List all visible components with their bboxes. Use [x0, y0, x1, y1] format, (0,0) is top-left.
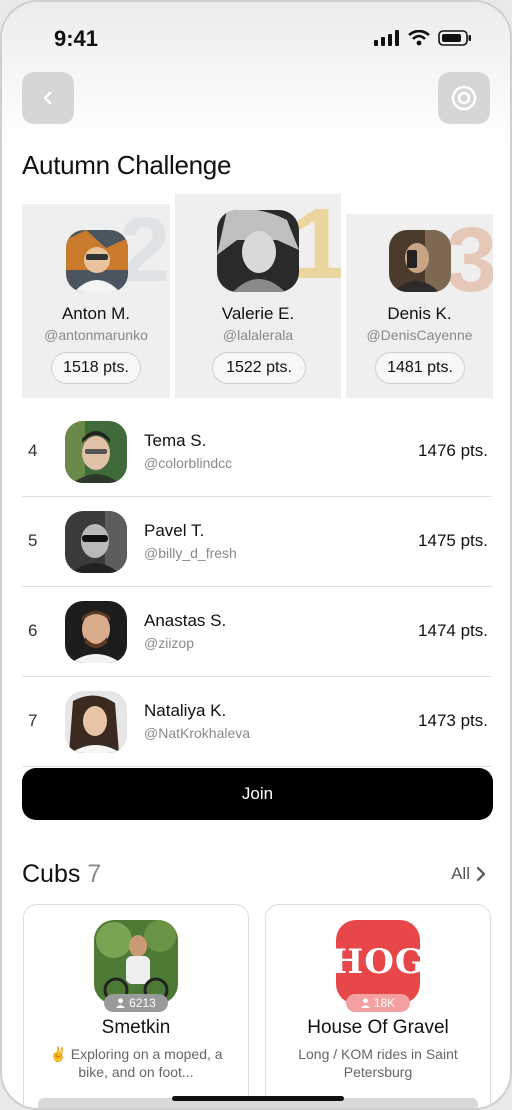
- user-name: Anastas S.: [144, 611, 227, 630]
- table-row[interactable]: 7 Nataliya K. @NatKrokhaleva 1473 pts.: [22, 677, 492, 767]
- table-row[interactable]: 5 Pavel T. @billy_d_fresh 1475 pts.: [22, 497, 492, 587]
- cub-card-house-of-gravel[interactable]: HOG 18K House Of Gravel Long / KOM rides…: [265, 904, 491, 1108]
- members-badge: 6213: [104, 994, 168, 1012]
- person-icon: [116, 998, 126, 1008]
- points-value: 1476 pts.: [418, 441, 488, 460]
- status-icons: [374, 30, 472, 46]
- members-count: 6213: [129, 996, 156, 1010]
- avatar: [66, 230, 128, 292]
- points-value: 1475 pts.: [418, 531, 488, 550]
- avatar: [65, 421, 127, 483]
- podium-name: Anton M.: [61, 304, 131, 323]
- user-handle: @NatKrokhaleva: [144, 725, 251, 741]
- cub-card-smetkin[interactable]: 6213 Smetkin ✌️ Exploring on a moped, a …: [23, 904, 249, 1108]
- battery-icon: [438, 30, 471, 46]
- table-row[interactable]: 4 Tema S. @colorblindcc 1476 pts.: [22, 407, 492, 497]
- podium-name: Valerie E.: [221, 304, 295, 323]
- target-icon: [451, 85, 477, 111]
- cub-logo: HOG: [336, 920, 420, 1004]
- podium-second[interactable]: 2 Anton M. @antonmarunko 1518 pts.: [22, 204, 170, 398]
- phone-screen: 9:41 Autumn Challenge 2 Anton M. @antonm…: [0, 0, 512, 1110]
- members-badge: 18K: [346, 994, 410, 1012]
- settings-button[interactable]: [438, 72, 490, 124]
- chevron-left-icon: [43, 91, 52, 105]
- user-handle: @billy_d_fresh: [144, 545, 237, 561]
- points-badge: 1481 pts.: [375, 352, 465, 384]
- user-name: Nataliya K.: [144, 701, 227, 720]
- user-name: Tema S.: [144, 431, 207, 450]
- rank-number: 5: [28, 531, 38, 550]
- page-title: Autumn Challenge: [22, 150, 232, 180]
- rank-number: 4: [28, 441, 38, 460]
- user-name: Pavel T.: [144, 521, 205, 540]
- cubs-title: Cubs: [22, 860, 81, 888]
- cubs-heading: Cubs 7: [22, 860, 101, 889]
- signal-icon: [374, 30, 399, 46]
- podium-handle: @DenisCayenne: [366, 327, 473, 343]
- points-value: 1473 pts.: [418, 711, 488, 730]
- points-badge: 1518 pts.: [51, 352, 141, 384]
- podium-first[interactable]: 1 Valerie E. @lalalerala 1522 pts.: [175, 194, 341, 398]
- cub-name: Smetkin: [101, 1017, 171, 1038]
- rank-number: 6: [28, 621, 38, 640]
- avatar: [65, 511, 127, 573]
- avatar: [65, 601, 127, 663]
- members-count: 18K: [373, 996, 396, 1010]
- avatar: [389, 230, 451, 292]
- user-handle: @colorblindcc: [144, 455, 233, 471]
- cub-image: [94, 920, 178, 1004]
- join-button[interactable]: Join: [22, 768, 493, 820]
- cub-name: House Of Gravel: [307, 1017, 449, 1038]
- rank-number: 3: [445, 214, 493, 311]
- status-bar: 9:41: [2, 2, 510, 62]
- podium-third[interactable]: 3 Denis K. @DenisCayenne 1481 pts.: [346, 214, 493, 398]
- see-all-link[interactable]: All: [451, 864, 486, 884]
- cub-description: Long / KOM rides in Saint Petersburg: [298, 1046, 458, 1080]
- see-all-label: All: [451, 864, 470, 883]
- person-icon: [360, 998, 370, 1008]
- rank-number: 7: [28, 711, 38, 730]
- back-button[interactable]: [22, 72, 74, 124]
- points-value: 1474 pts.: [418, 621, 488, 640]
- user-handle: @ziizop: [144, 635, 195, 651]
- avatar: [65, 691, 127, 753]
- points-badge: 1522 pts.: [212, 352, 306, 384]
- podium-handle: @lalalerala: [222, 327, 294, 343]
- home-indicator[interactable]: [172, 1096, 344, 1101]
- table-row[interactable]: 6 Anastas S. @ziizop 1474 pts.: [22, 587, 492, 677]
- logo-text: HOG: [336, 942, 420, 982]
- cub-description: ✌️ Exploring on a moped, a bike, and on …: [49, 1046, 223, 1080]
- avatar: [217, 210, 299, 292]
- status-time: 9:41: [54, 26, 99, 51]
- chevron-right-icon: [476, 866, 486, 882]
- podium-handle: @antonmarunko: [44, 327, 148, 343]
- wifi-icon: [408, 30, 430, 46]
- podium-name: Denis K.: [387, 304, 452, 323]
- cubs-count: 7: [87, 860, 102, 888]
